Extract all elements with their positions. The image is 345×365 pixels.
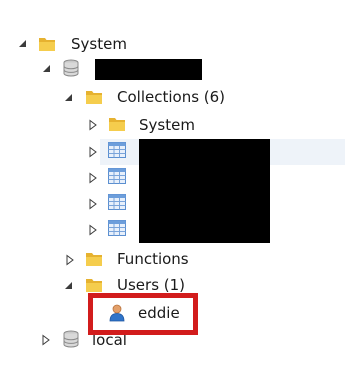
user-icon [107, 303, 127, 323]
expand-arrow-icon[interactable] [87, 172, 99, 184]
folder-icon [84, 275, 104, 295]
tree-item-users[interactable]: Users (1) [117, 275, 185, 295]
redacted-collection-names [139, 139, 270, 243]
tree-item-collections[interactable]: Collections (6) [117, 87, 225, 107]
folder-icon [84, 87, 104, 107]
folder-icon [84, 249, 104, 269]
tree-item-user-eddie[interactable]: eddie [138, 303, 180, 323]
table-icon [107, 140, 127, 160]
collapse-arrow-icon[interactable] [63, 280, 75, 292]
object-explorer-tree: System Collections (6) System Functions … [0, 0, 345, 365]
table-icon [107, 166, 127, 186]
expand-arrow-icon[interactable] [64, 254, 76, 266]
tree-item-system-collection[interactable]: System [139, 115, 195, 135]
database-icon [61, 58, 81, 78]
table-icon [107, 218, 127, 238]
tree-item-system-root[interactable]: System [71, 34, 127, 54]
redacted-database-name [95, 59, 202, 80]
expand-arrow-icon[interactable] [87, 198, 99, 210]
expand-arrow-icon[interactable] [87, 224, 99, 236]
folder-icon [107, 114, 127, 134]
table-icon [107, 192, 127, 212]
collapse-arrow-icon[interactable] [41, 63, 53, 75]
expand-arrow-icon[interactable] [40, 334, 52, 346]
expand-arrow-icon[interactable] [87, 119, 99, 131]
tree-item-functions[interactable]: Functions [117, 249, 189, 269]
database-icon [61, 329, 81, 349]
collapse-arrow-icon[interactable] [63, 92, 75, 104]
folder-icon [37, 34, 57, 54]
collapse-arrow-icon[interactable] [17, 38, 29, 50]
expand-arrow-icon[interactable] [87, 146, 99, 158]
